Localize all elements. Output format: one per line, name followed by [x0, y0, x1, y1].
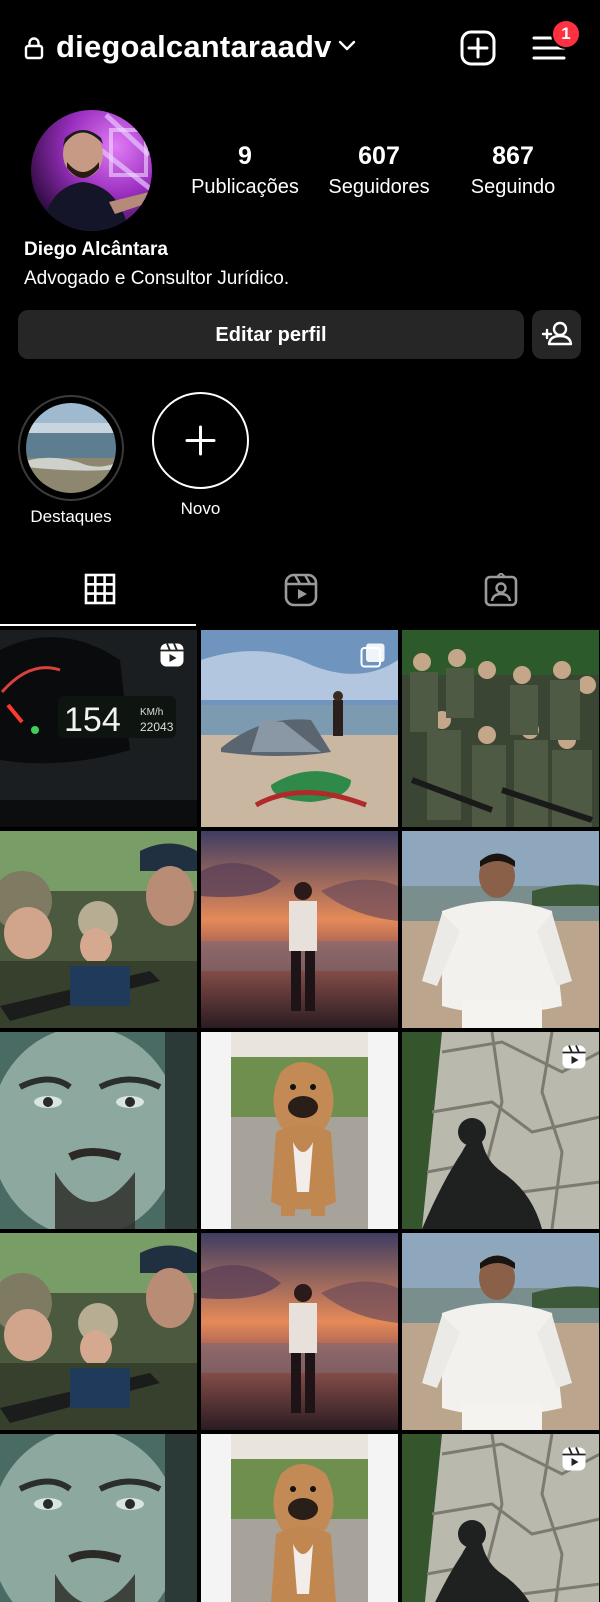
post-beach-kite[interactable]: [201, 630, 398, 827]
post-car-dashboard[interactable]: 154 KM/h 22043: [0, 630, 197, 827]
followers-count-value: 607: [358, 142, 400, 170]
post-stone-shadow[interactable]: [402, 1434, 599, 1602]
posts-count[interactable]: 9 Publicações: [180, 140, 310, 200]
following-count[interactable]: 867 Seguindo: [448, 140, 578, 200]
profile-header: diegoalcantaraadv 1: [0, 0, 600, 100]
post-stone-shadow[interactable]: [402, 1032, 599, 1229]
post-sunset-beach[interactable]: [201, 831, 398, 1028]
svg-text:KM/h: KM/h: [140, 707, 163, 718]
svg-text:22043: 22043: [140, 720, 174, 734]
reels-icon: [160, 643, 184, 667]
following-count-value: 867: [492, 142, 534, 170]
post-man-white-shirt[interactable]: [402, 1233, 599, 1430]
discover-people-button[interactable]: [532, 310, 581, 359]
post-man-white-shirt[interactable]: [402, 831, 599, 1028]
post-dog[interactable]: [201, 1032, 398, 1229]
chevron-down-icon[interactable]: [338, 38, 356, 52]
post-sunset-beach[interactable]: [201, 1233, 398, 1430]
tagged-icon: [484, 573, 518, 607]
new-highlight-button[interactable]: [152, 392, 249, 489]
followers-count[interactable]: 607 Seguidores: [314, 140, 444, 200]
post-face-closeup[interactable]: [0, 1032, 197, 1229]
profile-bio: Advogado e Consultor Jurídico.: [24, 268, 290, 289]
reels-icon: [562, 1447, 586, 1471]
following-count-label: Seguindo: [470, 176, 556, 198]
post-soldiers-group[interactable]: [402, 630, 599, 827]
create-post-icon[interactable]: [460, 30, 496, 66]
followers-count-label: Seguidores: [328, 176, 430, 198]
add-person-icon: [541, 321, 573, 346]
lock-icon: [24, 37, 44, 60]
notification-badge: 1: [551, 19, 581, 49]
carousel-icon: [360, 643, 385, 668]
grid-icon: [84, 573, 116, 605]
svg-text:154: 154: [64, 701, 121, 739]
profile-avatar[interactable]: [31, 110, 152, 231]
post-soldiers-closeup[interactable]: [0, 1233, 197, 1430]
tab-grid[interactable]: [0, 565, 200, 623]
plus-icon: [185, 425, 216, 456]
post-soldiers-closeup[interactable]: [0, 831, 197, 1028]
posts-count-label: Publicações: [191, 176, 299, 198]
active-tab-indicator: [0, 624, 196, 626]
highlight-label: Destaques: [30, 507, 112, 526]
post-dog[interactable]: [201, 1434, 398, 1602]
username-switcher[interactable]: diegoalcantaraadv: [56, 27, 332, 67]
posts-count-value: 9: [238, 142, 252, 170]
reels-icon: [562, 1045, 586, 1069]
edit-profile-button[interactable]: Editar perfil: [18, 310, 524, 359]
post-face-closeup[interactable]: [0, 1434, 197, 1602]
new-highlight-label: Novo: [180, 499, 221, 518]
tab-tagged[interactable]: [400, 565, 600, 623]
posts-grid: 154 KM/h 22043: [0, 630, 600, 1602]
tab-reels[interactable]: [200, 565, 400, 623]
reels-icon: [284, 573, 318, 607]
profile-name: Diego Alcântara: [24, 239, 168, 260]
highlight-destaques[interactable]: [26, 403, 116, 493]
